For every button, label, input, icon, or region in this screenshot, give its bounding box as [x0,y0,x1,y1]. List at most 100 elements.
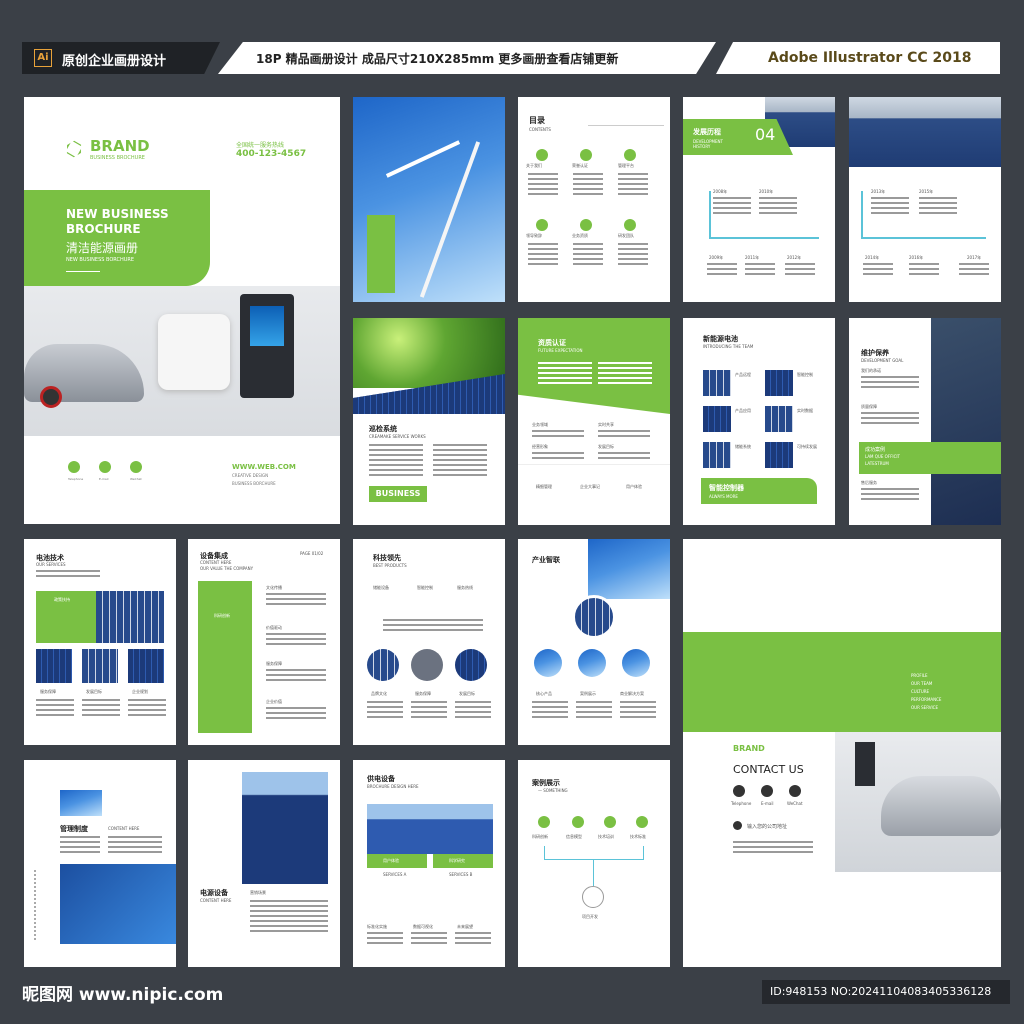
phone-icon [68,461,80,473]
contact-wechat-icon [789,785,801,797]
solar-farm-photo [849,97,1001,167]
email-icon [99,461,111,473]
inspect-title: 巡检系统 [369,425,397,433]
year-2014: 2014年 [865,255,880,260]
cover-photo-room [24,286,340,436]
hotline-label: 全国统一服务热线 [236,142,285,149]
page-battery: 新能源电池 INTRODUCING THE TEAM 产品远程 智能控制 产品应… [683,318,835,525]
toc-item-5: 业务资质 [572,233,588,238]
icon-label-3: WeChat [130,477,142,481]
lead-circle-photo-1 [367,649,399,681]
qual-icon-1: 精细管理 [536,484,552,489]
tech-sub: OUR SERVICES [36,562,66,567]
lead-sub: BEST PRODUCTS [373,563,407,568]
equip-sub2: OUR VALUE THE COMPANY [200,566,254,571]
leaf-photo [353,318,505,388]
qual-icon-3: 用户体验 [626,484,642,489]
qual-item-1: 业务领域 [532,422,548,427]
battery-label-2: 智能控制 [797,372,813,377]
phone-number: 400-123-4567 [236,149,307,159]
mgmt-title: 管理制度 [60,825,88,833]
lead-icon-3: 服务热线 [457,585,473,590]
inspect-sub: CREAMAKE SERVICE WORKS [369,434,426,439]
history-number: 04 [755,125,776,144]
tech-box-label: 政策扶持 [54,597,70,602]
contact-title: CONTACT US [733,763,804,776]
case-connector-stem [593,860,594,886]
back-brand: BRAND [733,744,765,753]
page-lead: 科技领先 BEST PRODUCTS 储能设备 智能控制 服务热线 品牌文化 服… [353,539,505,745]
year-2011: 2011年 [745,255,760,260]
toc-title: 目录 [529,116,545,125]
equip-sub: CONTENT HERE [200,560,232,565]
toc-icon-5 [580,219,592,231]
industry-photo-3 [622,649,650,677]
lead-icon-2: 智能控制 [417,585,433,590]
cover-sub: NEW BUSINESS BORCHURE [66,257,135,263]
brand-name: BRAND [90,137,150,155]
battery-photo-2 [765,370,793,396]
supply-label-1: 标准化实施 [367,924,387,929]
footer-logo: 昵图网 www.nipic.com [22,985,224,1005]
maint-box-sub2: LATESTRUM [865,461,889,466]
header-center-title: 18P 精品画册设计 成品尺寸210X285mm 更多画册查看店铺更新 [256,52,619,66]
illustrator-icon: Ai [34,49,52,67]
page-history-1: 发展历程 DEVELOPMENT HISTORY 04 2008年 2010年 … [683,97,835,302]
year-2010: 2010年 [759,189,774,194]
power-solar-photo [242,772,328,884]
page-tech: 电池技术 OUR SERVICES 政策扶持 服务保障 发展目标 企业规划 [24,539,176,745]
contact-address: 输入您的公司地址 [747,824,788,830]
case-title: 案例展示 [532,779,560,787]
cover-green-band [24,190,210,286]
industry-sky-photo [588,539,670,599]
toc-icon-6 [624,219,636,231]
mgmt-wind-photo [60,790,102,816]
equip-item-2: 价值驱动 [266,625,282,630]
battery-label-3: 产品应用 [735,408,751,413]
year-2013: 2013年 [871,189,886,194]
equip-item-3: 服务保障 [266,661,282,666]
battery-label-6: 可持续发展 [797,444,817,449]
history-sub: DEVELOPMENT HISTORY [693,139,723,149]
turbine-tower [419,141,481,298]
equip-side-panel [198,581,252,733]
business-badge: BUSINESS [369,486,427,502]
toc-sub: CONTENTS [529,127,551,132]
toc-item-1: 关于我们 [526,163,542,168]
qual-item-3: 经营形象 [532,444,548,449]
history-title: 发展历程 [693,128,721,136]
maint-box-title: 成功案例 [865,447,886,453]
power-sub: CONTENT HERE [200,898,232,903]
footer-id: ID:948153 NO:20241104083405336128 [762,980,1010,1004]
green-side-panel [367,215,395,293]
year-2008: 2008年 [713,189,728,194]
icon-label-1: Telephone [68,477,84,481]
battery-label-5: 储能系统 [735,444,751,449]
contact-phone-icon [733,785,745,797]
industry-label-1: 核心产品 [536,691,552,696]
maint-sub: DEVELOPMENT GOAL [861,358,904,363]
battery-photo-4 [765,406,793,432]
turbine-blade [385,140,461,178]
year-2015: 2015年 [919,189,934,194]
menu-item-3: CULTURE [911,689,930,694]
car-wheel-icon [40,386,62,408]
page-case: 案例展示 — SOMETHING 科研创新 信息模型 技术培训 技术标准 项目开… [518,760,670,967]
web-sub-2: BUSINESS BORCHURE [232,481,276,486]
supply-photo [367,804,493,854]
header-left-title: 原创企业画册设计 [62,54,167,69]
lead-icon-1: 储能设备 [373,585,389,590]
toc-item-6: 研发团队 [618,233,634,238]
maint-label-3: 售后服务 [861,480,877,485]
industry-label-3: 商业解决方案 [620,691,644,696]
year-2012: 2012年 [787,255,802,260]
contact-icon-label-2: E-mail [761,801,774,806]
year-2009: 2009年 [709,255,724,260]
case-item-4: 技术标准 [630,834,646,839]
supply-service-2: SERVICES B [449,872,473,877]
power-title: 电源设备 [200,889,228,897]
worker-photo [931,318,1001,525]
year-2016: 2016年 [909,255,924,260]
charger-screen [250,306,284,346]
page-supply: 供电设备 BROCHURE DESIGN HERE 用户体验 科学研究 SERV… [353,760,505,967]
